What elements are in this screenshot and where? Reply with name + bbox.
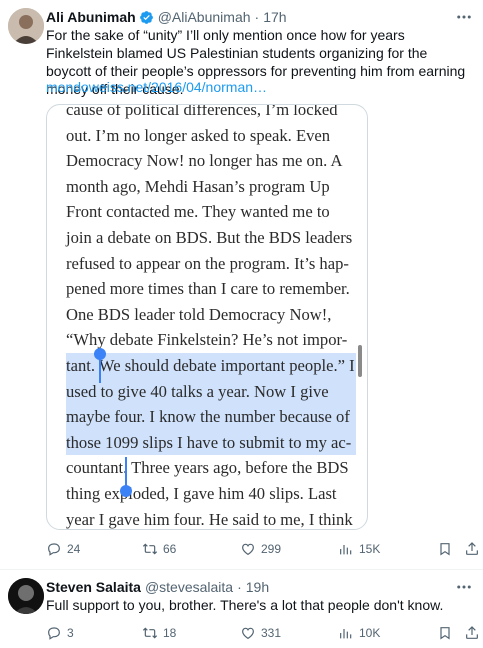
- tweet-actions: 24 66 299 15K: [46, 539, 478, 559]
- views-button[interactable]: 15K: [338, 541, 380, 557]
- tweet-text: Full support to you, brother. There's a …: [46, 597, 444, 613]
- book-page-text: cause of political differences, I’m lock…: [66, 104, 356, 529]
- page-line: countant. Three years ago, before the BD…: [66, 458, 349, 478]
- tweet-header: Steven Salaita @stevesalaita · 19h: [46, 578, 269, 596]
- author-handle[interactable]: @stevesalaita: [145, 579, 233, 595]
- bookmark-icon: [440, 543, 450, 556]
- share-icon: [466, 542, 478, 555]
- tweet-ali-abunimah[interactable]: Ali Abunimah @AliAbunimah · 17h For the …: [0, 0, 483, 570]
- like-button[interactable]: 299: [240, 541, 281, 557]
- page-line: join a debate on BDS. But the BDS leader…: [66, 227, 353, 247]
- page-line: refused to appear on the program. It’s h…: [66, 253, 349, 273]
- repost-button[interactable]: 18: [142, 625, 176, 641]
- page-line: pened more times than I care to remember…: [66, 279, 350, 299]
- tweet-image[interactable]: cause of political differences, I’m lock…: [46, 104, 368, 530]
- repost-icon: [142, 627, 158, 639]
- scrollbar[interactable]: [358, 345, 362, 377]
- share-button[interactable]: [464, 541, 480, 557]
- page-line-highlighted: tant. We should debate important people.…: [66, 352, 356, 379]
- page-line: Democracy Now! no longer has me on. A: [66, 151, 343, 171]
- more-icon[interactable]: [455, 8, 473, 26]
- reply-icon: [48, 543, 60, 556]
- more-icon[interactable]: [455, 578, 473, 596]
- repost-count: 18: [163, 626, 177, 640]
- reply-icon: [48, 627, 60, 640]
- page-line: year I gave him four. He said to me, I t…: [66, 509, 353, 529]
- author-handle[interactable]: @AliAbunimah: [158, 9, 251, 25]
- page-line: out. I’m no longer asked to speak. Even: [66, 125, 331, 145]
- avatar[interactable]: [8, 578, 44, 614]
- view-count: 10K: [359, 626, 381, 640]
- page-line-highlighted: maybe four. I know the number because of: [66, 404, 356, 430]
- reply-count: 3: [67, 626, 74, 640]
- avatar[interactable]: [8, 8, 44, 44]
- separator-dot: ·: [237, 579, 242, 595]
- view-count: 15K: [359, 542, 381, 556]
- like-button[interactable]: 331: [240, 625, 281, 641]
- reply-button[interactable]: 24: [46, 541, 80, 557]
- timestamp[interactable]: 19h: [246, 579, 269, 595]
- page-line: “Why debate Finkelstein? He’s not impor-: [66, 330, 348, 350]
- bookmark-icon: [440, 627, 450, 640]
- bookmark-button[interactable]: [437, 625, 453, 641]
- page-line-highlighted: those 1099 slips I have to submit to my …: [66, 429, 356, 456]
- reply-button[interactable]: 3: [46, 625, 74, 641]
- selection-start-stem: [99, 355, 101, 383]
- share-icon: [466, 626, 478, 639]
- page-line: cause of political differences, I’m lock…: [66, 104, 338, 119]
- timestamp[interactable]: 17h: [263, 9, 286, 25]
- author-name[interactable]: Ali Abunimah: [46, 9, 136, 25]
- tweet-header: Ali Abunimah @AliAbunimah · 17h: [46, 8, 287, 26]
- selection-end-handle[interactable]: [120, 485, 132, 497]
- verified-badge-icon: [139, 10, 154, 25]
- like-count: 299: [261, 542, 282, 556]
- page-line: month ago, Mehdi Hasan’s program Up: [66, 176, 330, 196]
- reply-count: 24: [67, 542, 81, 556]
- tweet-actions: 3 18 331 10K: [46, 623, 478, 643]
- tweet-steven-salaita[interactable]: Steven Salaita @stevesalaita · 19h Full …: [0, 570, 483, 648]
- like-icon: [242, 627, 254, 640]
- page-line: One BDS leader told Democracy Now!,: [66, 304, 332, 324]
- page-line: Front contacted me. They wanted me to: [66, 202, 330, 222]
- page-line: thing exploded, I gave him 40 slips. Las…: [66, 483, 337, 503]
- repost-count: 66: [163, 542, 177, 556]
- bookmark-button[interactable]: [437, 541, 453, 557]
- selection-end-stem: [125, 457, 127, 487]
- share-button[interactable]: [464, 625, 480, 641]
- separator-dot: ·: [254, 9, 260, 25]
- author-name[interactable]: Steven Salaita: [46, 579, 141, 595]
- views-button[interactable]: 10K: [338, 625, 380, 641]
- views-icon: [340, 629, 352, 639]
- repost-button[interactable]: 66: [142, 541, 176, 557]
- repost-icon: [142, 543, 158, 555]
- tweet-link[interactable]: mondoweiss.net/2016/04/norman…: [46, 79, 267, 95]
- like-count: 331: [261, 626, 282, 640]
- page-line-highlighted: used to give 40 talks a year. Now I give: [66, 378, 356, 405]
- like-icon: [242, 543, 254, 556]
- views-icon: [340, 545, 352, 555]
